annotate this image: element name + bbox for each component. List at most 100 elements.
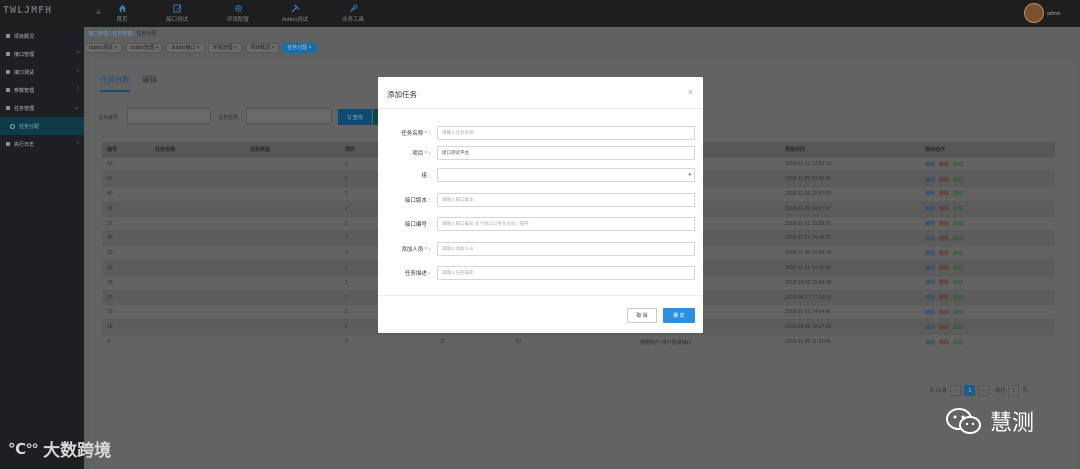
sub-tabs: 任务分配 编辑 (100, 74, 157, 92)
edit-button[interactable]: 编辑 (925, 162, 935, 168)
close-icon[interactable]: × (688, 88, 693, 97)
tools-icon (290, 4, 300, 13)
edit-button[interactable]: 编辑 (925, 265, 935, 271)
nav-env-config[interactable]: 环境配置 (210, 0, 266, 27)
run-button[interactable]: 启动 (953, 295, 963, 301)
sidebar-item-param-manage[interactable]: 参数管理 ‹ (0, 81, 84, 99)
pager-prev[interactable]: ‹ (950, 385, 962, 396)
pager-next[interactable]: › (978, 385, 990, 396)
run-button[interactable]: 启动 (953, 206, 963, 212)
run-button[interactable]: 启动 (953, 162, 963, 168)
delete-button[interactable]: 删除 (939, 340, 949, 346)
cancel-button[interactable]: 取 消 (627, 308, 657, 323)
run-button[interactable]: 启动 (953, 340, 963, 346)
label-colon: : (426, 198, 430, 204)
run-button[interactable]: 启动 (953, 325, 963, 331)
run-button[interactable]: 启动 (953, 310, 963, 316)
sidebar-item-api-test[interactable]: 接口测试 ‹ (0, 63, 84, 81)
sidebar-item-exec-log[interactable]: 执行日志 ‹ (0, 135, 84, 153)
label-colon: : (426, 151, 430, 157)
pagination: 共 13 条 ‹ 1 › 前往 1 页 (929, 385, 1027, 396)
tag-dubbo-test[interactable]: dubbo测试 × (84, 43, 123, 53)
modal-field-label: 添加人员 * : (401, 247, 430, 253)
tag-dubbo-api[interactable]: dubbo接口 × (166, 43, 205, 53)
pager-total: 共 13 条 (929, 388, 948, 394)
delete-button[interactable]: 删除 (939, 221, 949, 227)
app-logo: TWLJMFH (3, 5, 53, 16)
delete-button[interactable]: 删除 (939, 325, 949, 331)
nav-api-test[interactable]: 接口测试 (144, 0, 210, 27)
tab-task-assign[interactable]: 任务分配 (100, 74, 130, 92)
edit-button[interactable]: 编辑 (925, 206, 935, 212)
square-icon (6, 34, 10, 38)
delete-button[interactable]: 删除 (939, 251, 949, 257)
sidebar-item-project-overview[interactable]: 项目概况 (0, 27, 84, 45)
run-button[interactable]: 启动 (953, 265, 963, 271)
pager-unit: 页 (1022, 388, 1028, 394)
chevron-left-icon: ‹ (77, 68, 79, 74)
run-button[interactable]: 启动 (953, 236, 963, 242)
label-colon: : (426, 247, 430, 253)
edit-button[interactable]: 编辑 (925, 191, 935, 197)
breadcrumb: 接口管理 / 任务管理 / 任务分配 (88, 31, 157, 37)
task-id-input[interactable] (127, 108, 211, 124)
chevron-down-icon: ▾ (688, 172, 691, 178)
task-name-input[interactable] (246, 108, 332, 124)
sidebar-item-api-manage[interactable]: 接口管理 ‹ (0, 45, 84, 63)
nav-business-tools[interactable]: 业务工具 (324, 0, 382, 27)
delete-button[interactable]: 删除 (939, 295, 949, 301)
sidebar-item-task-assign[interactable]: 任务分配 (0, 117, 84, 135)
run-button[interactable]: 启动 (953, 280, 963, 286)
run-button[interactable]: 启动 (953, 221, 963, 227)
edit-button[interactable]: 编辑 (925, 325, 935, 331)
delete-button[interactable]: 删除 (939, 310, 949, 316)
delete-button[interactable]: 删除 (939, 236, 949, 242)
row-actions: 编辑 删除 启动 (920, 245, 1055, 261)
tag-project-overview[interactable]: 项目概况 × (244, 43, 280, 53)
modal-field-label: 组 : (421, 173, 430, 179)
tag-dubbo-manage[interactable]: dubbo管理 × (125, 43, 164, 53)
edit-button[interactable]: 编辑 (925, 280, 935, 286)
chevron-down-icon: ⌄ (73, 105, 79, 111)
delete-button[interactable]: 删除 (939, 265, 949, 271)
row-actions: 编辑 删除 启动 (920, 171, 1055, 187)
delete-button[interactable]: 删除 (939, 206, 949, 212)
modal-field-input[interactable]: 请输入接口版本 (437, 193, 695, 207)
delete-button[interactable]: 删除 (939, 191, 949, 197)
delete-button[interactable]: 删除 (939, 280, 949, 286)
edit-button[interactable]: 编辑 (925, 340, 935, 346)
edit-button[interactable]: 编辑 (925, 251, 935, 257)
row-actions: 编辑 删除 启动 (920, 186, 1055, 202)
square-icon (6, 52, 10, 56)
modal-field-label: 任务名称 * : (401, 131, 430, 137)
run-button[interactable]: 启动 (953, 191, 963, 197)
edit-button[interactable]: 编辑 (925, 221, 935, 227)
gear-icon (234, 4, 242, 13)
group-select[interactable]: ▾ (437, 168, 695, 182)
modal-field-input[interactable]: 请输入任务名称 (437, 126, 695, 140)
edit-button[interactable]: 编辑 (925, 177, 935, 183)
pager-goto-input[interactable]: 1 (1008, 385, 1020, 396)
modal-field-input[interactable]: 请输入添加人员 (437, 242, 695, 256)
modal-field-input[interactable]: 请输入接口编号,多个接口以英文逗号","隔开 (437, 217, 695, 231)
sidebar-item-task-manage[interactable]: 任务管理 ⌄ (0, 99, 84, 117)
modal-field-input[interactable]: 请输入任务描述 (437, 266, 695, 280)
run-button[interactable]: 启动 (953, 177, 963, 183)
pager-page-1[interactable]: 1 (964, 385, 976, 396)
modal-field-input[interactable]: 接口测试平台 (437, 146, 695, 160)
delete-button[interactable]: 删除 (939, 162, 949, 168)
nav-dubbo-test[interactable]: dubbo测试 (266, 0, 324, 27)
edit-button[interactable]: 编辑 (925, 295, 935, 301)
avatar[interactable] (1024, 3, 1044, 23)
confirm-button[interactable]: 确 定 (663, 308, 695, 323)
tag-env-manage[interactable]: 环境管理 × (207, 43, 242, 53)
run-button[interactable]: 启动 (953, 251, 963, 257)
nav-home[interactable]: 首页 (100, 0, 144, 27)
user-name[interactable]: admin (1047, 11, 1061, 17)
tab-edit[interactable]: 编辑 (142, 74, 157, 92)
edit-button[interactable]: 编辑 (925, 310, 935, 316)
delete-button[interactable]: 删除 (939, 177, 949, 183)
tag-task-assign[interactable]: 任务分配 × (282, 43, 317, 53)
query-button[interactable]: Q 查询 (338, 109, 372, 125)
edit-button[interactable]: 编辑 (925, 236, 935, 242)
